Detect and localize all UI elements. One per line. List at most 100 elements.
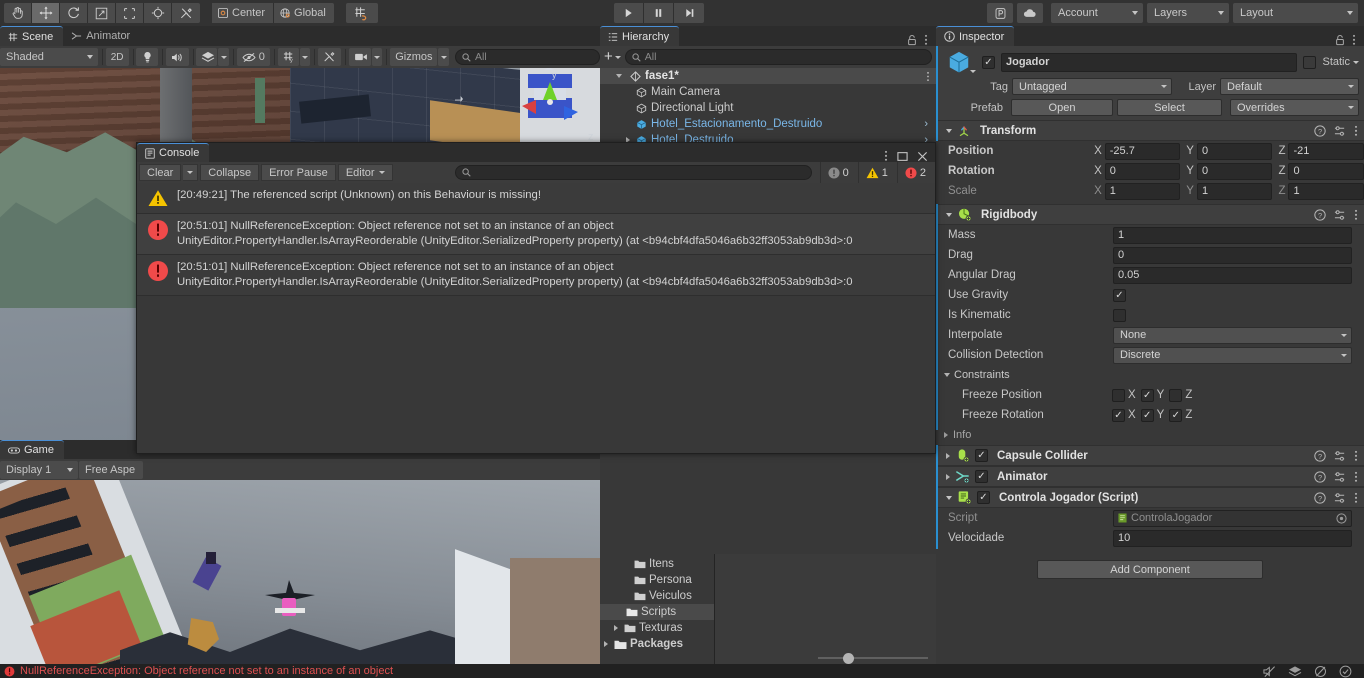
hierarchy-search-input[interactable]: All <box>624 49 932 65</box>
display-dropdown[interactable]: Display 1 <box>0 460 78 479</box>
object-picker-icon[interactable] <box>1336 512 1347 524</box>
lock-icon[interactable] <box>907 34 917 46</box>
tag-dropdown[interactable]: Untagged <box>1012 78 1172 95</box>
aspect-dropdown[interactable]: Free Aspe <box>79 460 143 479</box>
step-button[interactable] <box>674 3 704 23</box>
use-gravity-checkbox[interactable]: ✓ <box>1113 288 1126 302</box>
console-clear-button[interactable]: Clear <box>139 164 182 181</box>
console-warning-count[interactable]: 1 <box>857 162 895 183</box>
no-preview-icon[interactable] <box>1314 665 1327 678</box>
component-rigidbody-header[interactable]: Rigidbody ? <box>936 204 1364 225</box>
gameobject-name-input[interactable]: Jogador <box>1001 52 1298 72</box>
preset-icon[interactable] <box>1334 492 1346 504</box>
preset-icon[interactable] <box>1334 209 1346 221</box>
chevron-down-icon[interactable] <box>946 212 952 217</box>
mass-input[interactable]: 1 <box>1113 226 1352 244</box>
help-icon[interactable]: ? <box>1314 124 1326 137</box>
pause-button[interactable] <box>644 3 674 23</box>
more-options-icon[interactable] <box>1354 492 1358 504</box>
play-button[interactable] <box>614 3 644 23</box>
project-zoom-slider[interactable] <box>818 652 928 664</box>
console-error-pause-toggle[interactable]: Error Pause <box>261 164 336 181</box>
scene-grid-dropdown[interactable] <box>299 48 311 66</box>
chevron-right-icon[interactable]: › <box>924 118 928 130</box>
hierarchy-item-hotel-estacionamento[interactable]: Hotel_Estacionamento_Destruido › <box>600 116 936 132</box>
tab-console[interactable]: Console <box>137 143 210 162</box>
project-folder-texturas[interactable]: Texturas <box>600 620 714 636</box>
static-dropdown[interactable]: Static <box>1322 56 1359 68</box>
component-transform-header[interactable]: Transform ? <box>936 120 1364 141</box>
component-capsule-collider-header[interactable]: ✓ Capsule Collider ? <box>936 445 1364 466</box>
more-options-icon[interactable] <box>1354 125 1358 137</box>
layout-dropdown[interactable]: Layout <box>1233 3 1358 23</box>
more-options-icon[interactable] <box>1354 471 1358 483</box>
is-kinematic-checkbox[interactable] <box>1113 308 1126 322</box>
hierarchy-add-button[interactable]: + <box>604 49 621 64</box>
console-log-entry[interactable]: [20:49:21] The referenced script (Unknow… <box>137 183 935 214</box>
more-options-icon[interactable] <box>1352 34 1356 46</box>
scene-move-gizmo[interactable]: y z <box>500 68 600 148</box>
console-error-count[interactable]: 2 <box>896 162 933 183</box>
chevron-down-icon[interactable] <box>616 74 622 78</box>
tab-scene[interactable]: Scene <box>0 26 64 46</box>
more-options-icon[interactable] <box>924 34 928 46</box>
console-editor-dropdown[interactable]: Editor <box>337 164 393 181</box>
chevron-right-icon[interactable] <box>604 641 608 647</box>
scene-component-tools-icon[interactable] <box>318 48 341 66</box>
tab-inspector[interactable]: Inspector <box>936 26 1015 46</box>
component-controla-jogador-header[interactable]: ✓ Controla Jogador (Script) ? <box>936 487 1364 508</box>
preset-icon[interactable] <box>1334 471 1346 483</box>
script-object-field[interactable]: ControlaJogador <box>1113 509 1352 527</box>
hierarchy-item-scene[interactable]: fase1* <box>600 68 936 84</box>
project-content-area[interactable] <box>715 554 936 672</box>
rotation-z-input[interactable]: 0 <box>1288 162 1364 180</box>
rotate-tool-button[interactable] <box>60 3 88 23</box>
project-folder-veiculos[interactable]: Veiculos <box>600 588 714 604</box>
scene-lighting-icon[interactable] <box>136 48 158 66</box>
console-collapse-toggle[interactable]: Collapse <box>200 164 260 181</box>
project-folder-itens[interactable]: Itens <box>600 556 714 572</box>
prefab-overrides-dropdown[interactable]: Overrides <box>1230 99 1359 116</box>
chevron-right-icon[interactable] <box>946 473 950 480</box>
check-circle-icon[interactable] <box>1339 665 1352 678</box>
project-folder-packages[interactable]: Packages <box>600 636 714 652</box>
help-icon[interactable]: ? <box>1314 449 1326 462</box>
more-options-icon[interactable] <box>884 150 888 162</box>
transform-tool-button[interactable] <box>144 3 172 23</box>
console-clear-dropdown[interactable] <box>183 164 199 181</box>
add-component-button[interactable]: Add Component <box>1037 560 1263 579</box>
position-x-input[interactable]: -25.7 <box>1104 142 1181 160</box>
rect-tool-button[interactable] <box>116 3 144 23</box>
scene-audio-icon[interactable] <box>165 48 189 66</box>
handle-mode-button[interactable]: Global <box>274 3 334 23</box>
gameobject-enabled-checkbox[interactable]: ✓ <box>982 55 995 69</box>
chevron-down-icon[interactable] <box>970 70 976 73</box>
gizmos-dropdown[interactable] <box>438 48 450 66</box>
account-dropdown[interactable]: Account <box>1051 3 1143 23</box>
static-checkbox[interactable] <box>1303 55 1317 69</box>
rotation-x-input[interactable]: 0 <box>1104 162 1181 180</box>
toggle-2d-button[interactable]: 2D <box>105 48 129 66</box>
freeze-position-x-checkbox[interactable] <box>1112 388 1125 402</box>
chevron-right-icon[interactable] <box>614 625 618 631</box>
interpolate-dropdown[interactable]: None <box>1113 326 1352 344</box>
layers-dropdown[interactable]: Layers <box>1147 3 1229 23</box>
freeze-position-y-checkbox[interactable]: ✓ <box>1140 388 1154 402</box>
prefab-open-button[interactable]: Open <box>1011 99 1113 116</box>
prefab-select-button[interactable]: Select <box>1117 99 1222 116</box>
slider-knob[interactable] <box>843 652 854 664</box>
scene-camera-icon[interactable] <box>348 48 371 66</box>
scene-grid-icon[interactable]: y <box>277 48 299 66</box>
chevron-down-icon[interactable] <box>946 128 952 133</box>
console-log-list[interactable]: [20:49:21] The referenced script (Unknow… <box>137 183 935 453</box>
freeze-position-z-checkbox[interactable] <box>1169 388 1183 402</box>
tab-game[interactable]: Game <box>0 440 64 459</box>
lock-icon[interactable] <box>1335 34 1345 46</box>
grid-snap-icon[interactable] <box>345 3 378 23</box>
draw-mode-dropdown[interactable]: Shaded <box>0 48 98 66</box>
more-options-icon[interactable] <box>926 71 930 82</box>
scene-search-input[interactable]: All <box>455 49 601 65</box>
angular-drag-input[interactable]: 0.05 <box>1113 266 1352 284</box>
scene-camera-dropdown[interactable] <box>371 48 383 66</box>
status-message[interactable]: NullReferenceException: Object reference… <box>20 665 393 677</box>
